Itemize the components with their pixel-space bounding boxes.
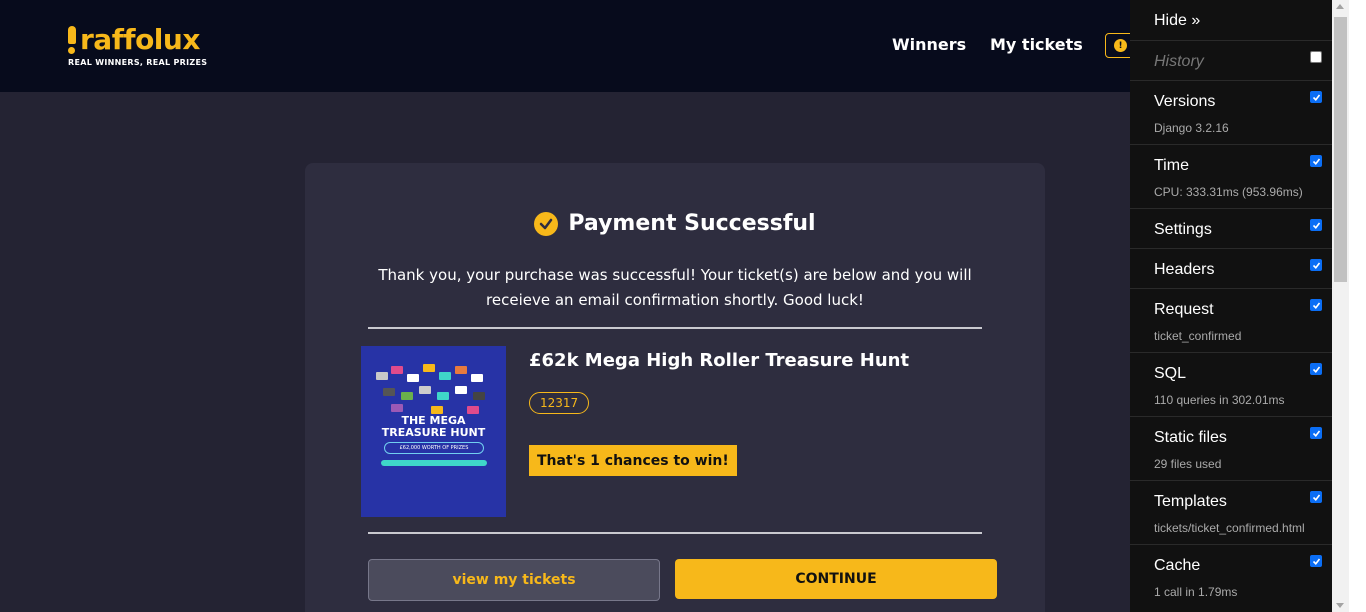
confirmation-card: Payment Successful Thank you, your purch… (305, 163, 1045, 612)
toolbar-panel-settings[interactable]: Settings (1130, 208, 1332, 248)
panel-subtitle: 29 files used (1154, 457, 1222, 471)
panel-title[interactable]: Templates (1154, 493, 1227, 511)
panel-subtitle: Django 3.2.16 (1154, 121, 1229, 135)
panel-checkbox[interactable] (1310, 51, 1322, 63)
panel-checkbox[interactable] (1310, 259, 1322, 271)
panel-title[interactable]: History (1154, 53, 1204, 71)
ticket-number-badge: 12317 (529, 392, 590, 414)
panel-title[interactable]: Static files (1154, 429, 1227, 447)
toolbar-panel-request[interactable]: Request ticket_confirmed (1130, 288, 1332, 352)
toolbar-panel-cache[interactable]: Cache 1 call in 1.79ms (1130, 544, 1332, 608)
prize-image-bar (381, 460, 487, 466)
logo-tagline: REAL WINNERS, REAL PRIZES (68, 58, 208, 67)
panel-subtitle: ticket_confirmed (1154, 329, 1242, 343)
panel-title[interactable]: Versions (1154, 93, 1215, 111)
confirmation-message: Thank you, your purchase was successful!… (378, 266, 972, 309)
panel-checkbox[interactable] (1310, 299, 1322, 311)
scroll-down-arrow-icon[interactable] (1336, 603, 1344, 608)
panel-subtitle: tickets/ticket_confirmed.html (1154, 521, 1305, 535)
panel-checkbox[interactable] (1310, 491, 1322, 503)
success-title: Payment Successful (568, 211, 816, 236)
panel-title[interactable]: Settings (1154, 221, 1212, 239)
prize-image[interactable]: THE MEGA TREASURE HUNT £62,000 WORTH OF … (361, 346, 506, 517)
panel-checkbox[interactable] (1310, 555, 1322, 567)
nav-winners[interactable]: Winners (892, 35, 966, 54)
logo-wordmark: raffolux (68, 26, 207, 54)
panel-title[interactable]: Time (1154, 157, 1189, 175)
prize-collage (371, 360, 496, 420)
panel-checkbox[interactable] (1310, 219, 1322, 231)
panel-title[interactable]: Cache (1154, 557, 1200, 575)
raffolux-logo[interactable]: raffolux REAL WINNERS, REAL PRIZES (68, 26, 207, 67)
hide-toolbar-link[interactable]: Hide » (1154, 12, 1200, 30)
scrollbar-thumb[interactable] (1334, 17, 1347, 282)
panel-checkbox[interactable] (1310, 91, 1322, 103)
window-edge (1349, 0, 1366, 612)
panel-checkbox[interactable] (1310, 155, 1322, 167)
panel-checkbox[interactable] (1310, 427, 1322, 439)
coin-icon: ! (1114, 39, 1127, 52)
continue-button[interactable]: CONTINUE (675, 559, 997, 599)
success-heading: Payment Successful (305, 211, 1045, 236)
scroll-up-arrow-icon[interactable] (1336, 4, 1344, 9)
prize-image-subtitle: £62,000 WORTH OF PRIZES (384, 442, 484, 454)
panel-subtitle: 1 call in 1.79ms (1154, 585, 1238, 599)
panel-checkbox[interactable] (1310, 363, 1322, 375)
panel-title[interactable]: Headers (1154, 261, 1214, 279)
divider (368, 327, 982, 329)
vertical-scrollbar[interactable] (1332, 0, 1349, 612)
divider (368, 532, 982, 534)
view-my-tickets-button[interactable]: view my tickets (368, 559, 660, 601)
toolbar-panel-versions[interactable]: Versions Django 3.2.16 (1130, 80, 1332, 144)
panel-subtitle: 110 queries in 302.01ms (1154, 393, 1285, 407)
logo-exclamation-icon (68, 26, 76, 54)
panel-title[interactable]: SQL (1154, 365, 1186, 383)
nav-my-tickets[interactable]: My tickets (990, 35, 1083, 54)
toolbar-panel-static-files[interactable]: Static files 29 files used (1130, 416, 1332, 480)
toolbar-panel-templates[interactable]: Templates tickets/ticket_confirmed.html (1130, 480, 1332, 544)
check-circle-icon (534, 211, 559, 236)
prize-name[interactable]: £62k Mega High Roller Treasure Hunt (529, 350, 909, 371)
prize-image-title-line2: TREASURE HUNT (381, 426, 486, 439)
panel-title[interactable]: Request (1154, 301, 1214, 319)
chances-banner: That's 1 chances to win! (529, 445, 737, 476)
toolbar-panel-history[interactable]: History (1130, 40, 1332, 80)
toolbar-panel-headers[interactable]: Headers (1130, 248, 1332, 288)
debug-toolbar: Hide » History Versions Django 3.2.16 Ti… (1130, 0, 1332, 612)
logo-text: raffolux (80, 23, 200, 56)
toolbar-panel-sql[interactable]: SQL 110 queries in 302.01ms (1130, 352, 1332, 416)
panel-subtitle: CPU: 333.31ms (953.96ms) (1154, 185, 1303, 199)
toolbar-panel-time[interactable]: Time CPU: 333.31ms (953.96ms) (1130, 144, 1332, 208)
